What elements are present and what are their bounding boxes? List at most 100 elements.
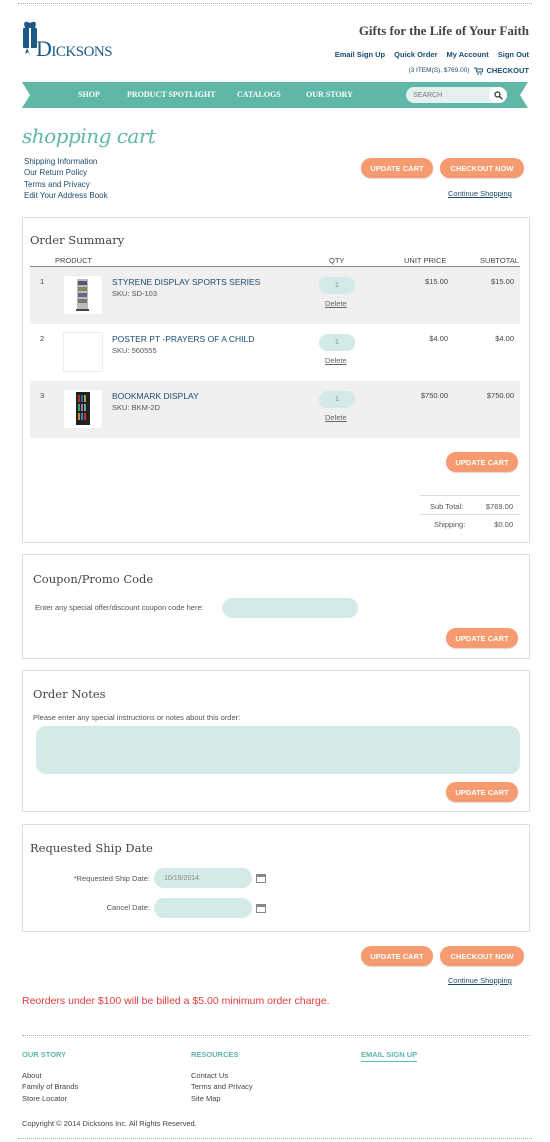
- coupon-input[interactable]: [222, 598, 358, 618]
- footer-divider: [22, 1035, 530, 1036]
- delete-link[interactable]: Delete: [325, 299, 347, 308]
- quantity-input[interactable]: [319, 391, 355, 408]
- product-image[interactable]: [63, 275, 103, 315]
- col-subtotal: SUBTOTAL: [480, 256, 519, 265]
- minimum-order-warning: Reorders under $100 will be billed a $5.…: [22, 995, 330, 1007]
- nav-item-catalogs[interactable]: CATALOGS: [237, 90, 281, 99]
- product-sku: SKU: SD-103: [112, 289, 158, 298]
- search-button[interactable]: [489, 87, 507, 103]
- unit-price: $15.00: [425, 277, 448, 286]
- line-subtotal: $750.00: [486, 391, 514, 400]
- update-cart-button[interactable]: UPDATE CART: [446, 452, 518, 472]
- footer-link-family-of-brands[interactable]: Family of Brands: [22, 1081, 78, 1092]
- brand-name: Dicksons: [36, 36, 113, 61]
- requested-ship-date-label: *Requested Ship Date:: [73, 874, 150, 883]
- table-row: 3 BOOKMARK DISPLAY SKU: BKM-2D Delete $7…: [30, 381, 520, 438]
- cancel-date-input[interactable]: [154, 898, 252, 918]
- row-number: 1: [40, 277, 45, 286]
- sign-out-link[interactable]: Sign Out: [498, 50, 529, 59]
- cart-status: (3 ITEM(S), $769.00) CHECKOUT: [408, 66, 529, 75]
- continue-shopping-link[interactable]: Continue Shopping: [448, 189, 512, 198]
- totals-divider: [420, 495, 520, 496]
- order-summary-title: Order Summary: [30, 233, 125, 247]
- col-product: PRODUCT: [55, 256, 93, 265]
- update-cart-button[interactable]: UPDATE CART: [446, 782, 518, 802]
- checkout-now-button[interactable]: CHECKOUT NOW: [440, 158, 524, 178]
- nav-item-shop[interactable]: SHOP: [78, 90, 100, 99]
- address-book-link[interactable]: Edit Your Address Book: [24, 190, 108, 201]
- unit-price: $4.00: [429, 334, 448, 343]
- footer-resources-links: Contact Us Terms and Privacy Site Map: [191, 1070, 253, 1104]
- checkout-now-button[interactable]: CHECKOUT NOW: [440, 946, 524, 966]
- footer-link-contact-us[interactable]: Contact Us: [191, 1070, 253, 1081]
- return-policy-link[interactable]: Our Return Policy: [24, 167, 108, 178]
- my-account-link[interactable]: My Account: [447, 50, 489, 59]
- subtotal-value: $769.00: [485, 502, 513, 511]
- update-cart-button[interactable]: UPDATE CART: [446, 628, 518, 648]
- checkout-link[interactable]: CHECKOUT: [487, 66, 530, 75]
- footer-our-story-links: About Family of Brands Store Locator: [22, 1070, 78, 1104]
- delete-link[interactable]: Delete: [325, 413, 347, 422]
- footer-link-about[interactable]: About: [22, 1070, 78, 1081]
- coupon-label: Enter any special offer/discount coupon …: [35, 603, 204, 612]
- footer-our-story-title[interactable]: OUR STORY: [22, 1050, 66, 1059]
- product-sku: SKU: 560555: [112, 346, 157, 355]
- footer-link-site-map[interactable]: Site Map: [191, 1093, 253, 1104]
- shipping-value: $0.00: [494, 520, 513, 529]
- nav-item-our-story[interactable]: OUR STORY: [306, 90, 353, 99]
- calendar-icon[interactable]: [256, 874, 266, 883]
- quantity-input[interactable]: [319, 334, 355, 351]
- calendar-icon[interactable]: [256, 904, 266, 913]
- order-notes-label: Please enter any special instructions or…: [33, 713, 241, 722]
- totals-divider: [420, 514, 520, 515]
- nav-item-product-spotlight[interactable]: PRODUCT SPOTLIGHT: [127, 90, 216, 99]
- shipping-info-link[interactable]: Shipping Information: [24, 156, 108, 167]
- update-cart-button[interactable]: UPDATE CART: [361, 946, 433, 966]
- terms-privacy-link[interactable]: Terms and Privacy: [24, 179, 108, 190]
- quantity-input[interactable]: [319, 277, 355, 294]
- unit-price: $750.00: [420, 391, 448, 400]
- product-image[interactable]: [63, 332, 103, 372]
- copyright: Copyright © 2014 Dicksons Inc. All Right…: [22, 1119, 197, 1128]
- line-subtotal: $15.00: [491, 277, 514, 286]
- cart-icon: [473, 67, 483, 75]
- product-name[interactable]: STYRENE DISPLAY SPORTS SERIES: [112, 277, 260, 287]
- product-name[interactable]: BOOKMARK DISPLAY: [112, 391, 199, 401]
- requested-ship-date-input[interactable]: [154, 868, 252, 888]
- update-cart-button[interactable]: UPDATE CART: [361, 158, 433, 178]
- cancel-date-label: Cancel Date:: [106, 903, 150, 912]
- shipping-label: Shipping:: [434, 520, 466, 529]
- col-qty: QTY: [329, 256, 345, 265]
- bottom-divider: [18, 1138, 532, 1139]
- top-divider: [18, 3, 532, 4]
- search-icon: [493, 90, 503, 100]
- product-sku: SKU: BKM-2D: [112, 403, 160, 412]
- table-row: 2 POSTER PT -PRAYERS OF A CHILD SKU: 560…: [30, 324, 520, 381]
- top-links: Email Sign Up Quick Order My Account Sig…: [335, 50, 529, 59]
- order-notes-textarea[interactable]: [36, 726, 520, 774]
- row-number: 2: [40, 334, 45, 343]
- delete-link[interactable]: Delete: [325, 356, 347, 365]
- coupon-title: Coupon/Promo Code: [33, 572, 154, 586]
- ship-date-title: Requested Ship Date: [30, 841, 153, 855]
- quick-order-link[interactable]: Quick Order: [394, 50, 437, 59]
- footer-link-store-locator[interactable]: Store Locator: [22, 1093, 78, 1104]
- footer-link-terms-privacy[interactable]: Terms and Privacy: [191, 1081, 253, 1092]
- footer-resources-title[interactable]: RESOURCES: [191, 1050, 239, 1059]
- info-links: Shipping Information Our Return Policy T…: [24, 156, 108, 201]
- continue-shopping-link[interactable]: Continue Shopping: [448, 976, 512, 985]
- cart-summary: (3 ITEM(S), $769.00): [408, 67, 470, 74]
- search-input[interactable]: [406, 87, 484, 103]
- page-title: shopping cart: [22, 124, 156, 148]
- row-number: 3: [40, 391, 45, 400]
- line-subtotal: $4.00: [495, 334, 514, 343]
- email-signup-link[interactable]: Email Sign Up: [335, 50, 385, 59]
- tagline: Gifts for the Life of Your Faith: [358, 23, 529, 38]
- col-unit-price: UNIT PRICE: [404, 256, 447, 265]
- table-row: 1 STYRENE DISPLAY SPORTS SERIES SKU: SD-…: [30, 267, 520, 324]
- footer-email-signup-title[interactable]: EMAIL SIGN UP: [361, 1050, 418, 1062]
- order-notes-title: Order Notes: [33, 687, 106, 701]
- subtotal-label: Sub Total:: [430, 502, 464, 511]
- product-image[interactable]: [63, 389, 103, 429]
- product-name[interactable]: POSTER PT -PRAYERS OF A CHILD: [112, 334, 254, 344]
